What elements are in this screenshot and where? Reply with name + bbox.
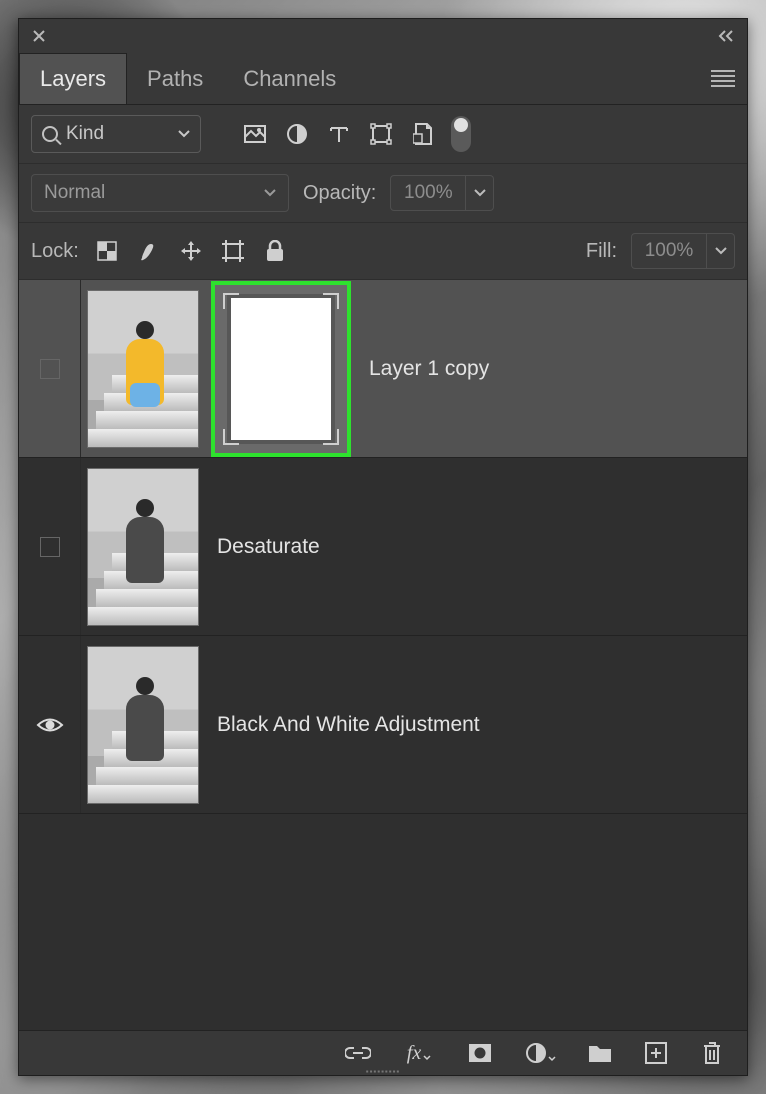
lock-all-icon[interactable] bbox=[261, 237, 289, 265]
new-layer-icon[interactable] bbox=[643, 1040, 669, 1066]
panel-titlebar bbox=[19, 19, 747, 53]
layer-row[interactable]: Black And White Adjustment bbox=[19, 636, 747, 814]
fill-label: Fill: bbox=[586, 240, 617, 263]
search-icon bbox=[42, 126, 58, 142]
layer-name[interactable]: Layer 1 copy bbox=[369, 357, 489, 381]
filter-shape-icon[interactable] bbox=[367, 120, 395, 148]
resize-grip[interactable]: ▪▪▪▪▪▪▪▪▪ bbox=[348, 1067, 418, 1075]
blend-mode-value: Normal bbox=[44, 182, 105, 204]
layer-visibility-toggle[interactable] bbox=[19, 636, 81, 813]
layer-visibility-toggle[interactable] bbox=[19, 280, 81, 457]
tab-paths[interactable]: Paths bbox=[127, 53, 223, 104]
chevron-down-icon bbox=[178, 130, 190, 138]
lock-position-icon[interactable] bbox=[177, 237, 205, 265]
layer-thumbnail[interactable] bbox=[87, 290, 199, 448]
layer-fx-icon[interactable]: fx bbox=[401, 1040, 437, 1066]
chevron-down-icon bbox=[264, 189, 276, 197]
layer-thumbnail[interactable] bbox=[87, 468, 199, 626]
layer-row[interactable]: Layer 1 copy bbox=[19, 280, 747, 458]
new-group-icon[interactable] bbox=[587, 1040, 613, 1066]
layer-name[interactable]: Black And White Adjustment bbox=[217, 713, 480, 737]
visibility-off-icon bbox=[40, 359, 60, 379]
filter-smartobject-icon[interactable] bbox=[409, 120, 437, 148]
layer-filter-row: Kind bbox=[19, 105, 747, 164]
lock-paint-icon[interactable] bbox=[135, 237, 163, 265]
filter-pixel-icon[interactable] bbox=[241, 120, 269, 148]
visibility-off-icon bbox=[40, 537, 60, 557]
layer-name[interactable]: Desaturate bbox=[217, 535, 320, 559]
blend-opacity-row: Normal Opacity: 100% bbox=[19, 164, 747, 223]
add-adjustment-icon[interactable] bbox=[523, 1040, 557, 1066]
layer-row[interactable]: Desaturate bbox=[19, 458, 747, 636]
lock-artboard-icon[interactable] bbox=[219, 237, 247, 265]
fill-dropdown-button[interactable] bbox=[707, 233, 735, 269]
collapse-panel-icon[interactable] bbox=[717, 26, 737, 46]
link-layers-icon[interactable] bbox=[345, 1040, 371, 1066]
fill-input[interactable]: 100% bbox=[631, 233, 707, 269]
close-panel-icon[interactable] bbox=[29, 26, 49, 46]
filter-toggle[interactable] bbox=[451, 116, 471, 152]
layer-mask-thumbnail[interactable] bbox=[211, 281, 351, 457]
layers-panel: Layers Paths Channels Kind bbox=[18, 18, 748, 1076]
tab-layers[interactable]: Layers bbox=[19, 53, 127, 104]
lock-fill-row: Lock: Fill: 100% bbox=[19, 223, 747, 280]
filter-type-select[interactable]: Kind bbox=[31, 115, 201, 153]
lock-label: Lock: bbox=[31, 240, 79, 263]
layer-visibility-toggle[interactable] bbox=[19, 458, 81, 635]
filter-adjustment-icon[interactable] bbox=[283, 120, 311, 148]
visibility-on-icon bbox=[36, 716, 64, 734]
add-mask-icon[interactable] bbox=[467, 1040, 493, 1066]
delete-layer-icon[interactable] bbox=[699, 1040, 725, 1066]
opacity-dropdown-button[interactable] bbox=[466, 175, 494, 211]
opacity-input[interactable]: 100% bbox=[390, 175, 466, 211]
opacity-label: Opacity: bbox=[303, 182, 376, 205]
blend-mode-select[interactable]: Normal bbox=[31, 174, 289, 212]
lock-transparency-icon[interactable] bbox=[93, 237, 121, 265]
panel-tabs: Layers Paths Channels bbox=[19, 53, 747, 105]
filter-type-label: Kind bbox=[66, 123, 104, 145]
filter-type-icon[interactable] bbox=[325, 120, 353, 148]
layer-thumbnail[interactable] bbox=[87, 646, 199, 804]
layers-list: Layer 1 copy Desaturate bbox=[19, 280, 747, 1031]
toggle-knob bbox=[454, 118, 468, 132]
tab-channels[interactable]: Channels bbox=[223, 53, 356, 104]
panel-menu-icon[interactable] bbox=[711, 70, 735, 88]
